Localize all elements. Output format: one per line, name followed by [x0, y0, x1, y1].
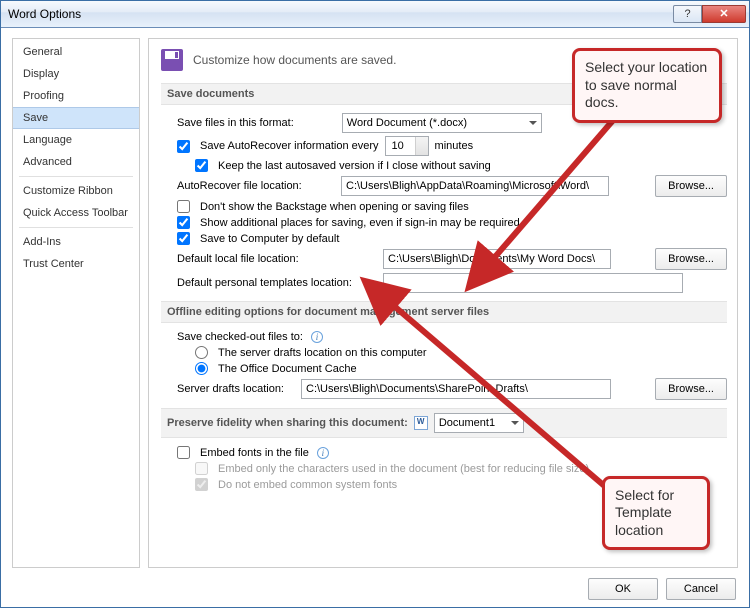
- sidebar-item-save[interactable]: Save: [13, 107, 139, 129]
- default-local-location-label: Default local file location:: [177, 253, 377, 265]
- cancel-button[interactable]: Cancel: [666, 578, 736, 600]
- save-icon: [161, 49, 183, 71]
- autorecover-unit: minutes: [435, 140, 474, 152]
- no-common-fonts-checkbox: [195, 478, 208, 491]
- server-drafts-browse-button[interactable]: Browse...: [655, 378, 727, 400]
- default-local-browse-button[interactable]: Browse...: [655, 248, 727, 270]
- ok-button[interactable]: OK: [588, 578, 658, 600]
- sidebar-item-proofing[interactable]: Proofing: [13, 85, 139, 107]
- no-backstage-checkbox[interactable]: [177, 200, 190, 213]
- checked-out-label: Save checked-out files to:: [177, 331, 303, 343]
- sidebar-item-add-ins[interactable]: Add-Ins: [13, 231, 139, 253]
- save-to-computer-checkbox[interactable]: [177, 232, 190, 245]
- no-common-fonts-label: Do not embed common system fonts: [218, 479, 397, 491]
- server-drafts-radio[interactable]: [195, 346, 208, 359]
- annotation-callout-normal-docs: Select your location to save normal docs…: [572, 48, 722, 123]
- page-subtitle: Customize how documents are saved.: [193, 53, 396, 67]
- sidebar-item-trust-center[interactable]: Trust Center: [13, 253, 139, 275]
- additional-places-checkbox[interactable]: [177, 216, 190, 229]
- server-drafts-location-label: Server drafts location:: [177, 383, 295, 395]
- autorecover-location-label: AutoRecover file location:: [177, 180, 335, 192]
- preserve-fidelity-label: Preserve fidelity when sharing this docu…: [167, 417, 408, 429]
- window-titlebar: Word Options ?: [0, 0, 750, 28]
- autorecover-checkbox[interactable]: [177, 140, 190, 153]
- embed-fonts-label: Embed fonts in the file: [200, 447, 309, 459]
- no-backstage-label: Don't show the Backstage when opening or…: [200, 201, 469, 213]
- category-sidebar: General Display Proofing Save Language A…: [12, 38, 140, 568]
- annotation-callout-template: Select for Template location: [602, 476, 710, 551]
- office-cache-radio-label: The Office Document Cache: [218, 363, 357, 375]
- autorecover-minutes-spinner[interactable]: 10: [385, 136, 429, 156]
- personal-templates-label: Default personal templates location:: [177, 277, 377, 289]
- office-cache-radio[interactable]: [195, 362, 208, 375]
- keep-last-checkbox[interactable]: [195, 159, 208, 172]
- autorecover-browse-button[interactable]: Browse...: [655, 175, 727, 197]
- window-help-button[interactable]: ?: [673, 5, 702, 23]
- window-title: Word Options: [8, 7, 673, 21]
- sidebar-item-general[interactable]: General: [13, 41, 139, 63]
- sidebar-item-advanced[interactable]: Advanced: [13, 151, 139, 173]
- window-close-button[interactable]: [702, 5, 746, 23]
- sidebar-item-language[interactable]: Language: [13, 129, 139, 151]
- info-icon[interactable]: i: [317, 447, 329, 459]
- save-to-computer-label: Save to Computer by default: [200, 233, 339, 245]
- embed-fonts-checkbox[interactable]: [177, 446, 190, 459]
- keep-last-label: Keep the last autosaved version if I clo…: [218, 160, 491, 172]
- sidebar-item-customize-ribbon[interactable]: Customize Ribbon: [13, 180, 139, 202]
- embed-subset-checkbox: [195, 462, 208, 475]
- info-icon[interactable]: i: [311, 331, 323, 343]
- autorecover-label: Save AutoRecover information every: [200, 140, 379, 152]
- save-format-label: Save files in this format:: [177, 117, 294, 129]
- sidebar-item-display[interactable]: Display: [13, 63, 139, 85]
- sidebar-item-quick-access-toolbar[interactable]: Quick Access Toolbar: [13, 202, 139, 224]
